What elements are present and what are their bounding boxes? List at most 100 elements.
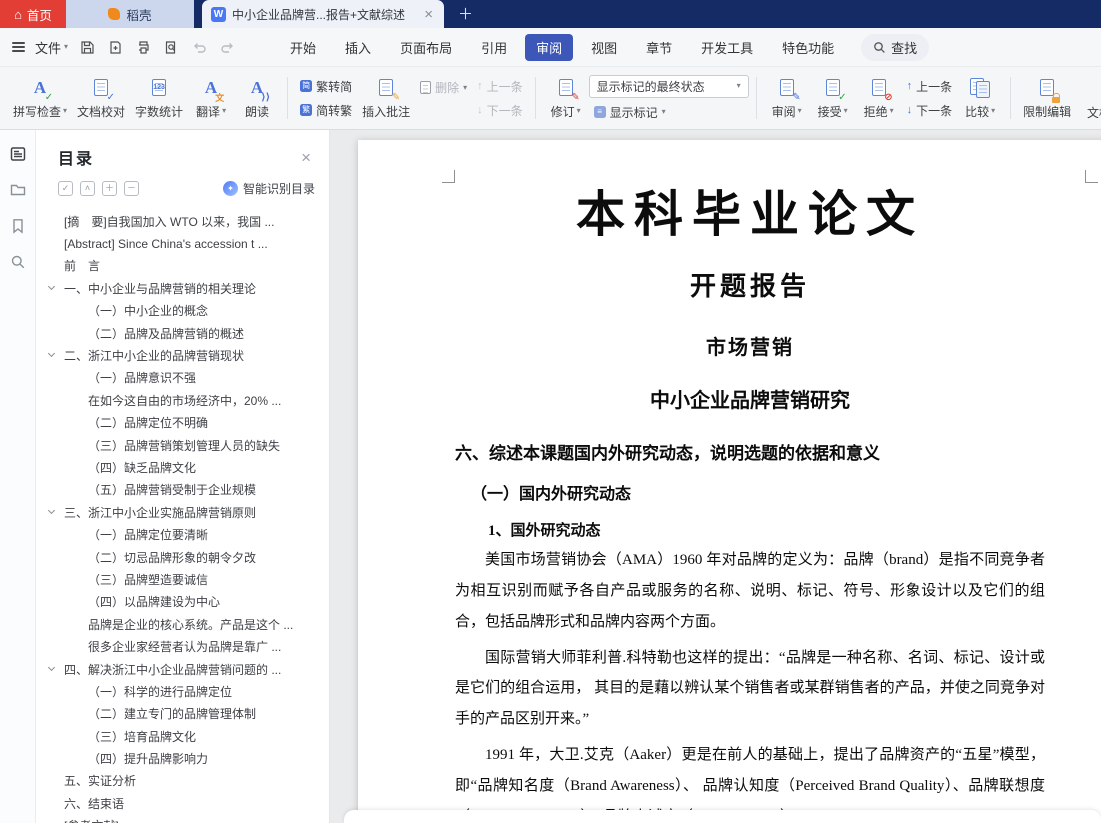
toc-item[interactable]: 前 言 [36,255,329,277]
reject-button[interactable]: ⊘ 拒绝 ▾ [856,70,902,126]
toc-item[interactable]: 品牌是企业的核心系统。产品是这个 ... [36,613,329,635]
toc-item[interactable]: （一）科学的进行品牌定位 [36,680,329,702]
track-changes-button[interactable]: ✎ 修订 ▾ [543,70,589,126]
toc-item[interactable]: 二、浙江中小企业的品牌营销现状 [36,344,329,366]
toc-item[interactable]: （三）培育品牌文化 [36,725,329,747]
collapse-chevron-icon[interactable] [47,283,56,291]
toc-item[interactable]: 三、浙江中小企业实施品牌营销原则 [36,501,329,523]
insert-comment-button[interactable]: ✎ 插入批注 [357,70,415,126]
chapters-icon[interactable] [10,182,26,198]
toc-item[interactable]: [摘 要]自我国加入 WTO 以来，我国 ... [36,210,329,232]
trad-to-simp-button[interactable]: 简 繁转简 [295,77,357,96]
document-page[interactable]: 本科毕业论文 开题报告 市场营销 中小企业品牌营销研究 六、综述本课题国内外研究… [358,140,1101,823]
toc-item[interactable]: （四）提升品牌影响力 [36,747,329,769]
doc-proof-button[interactable]: ✓ 文档校对 [72,70,130,126]
simp-to-trad-button[interactable]: 繁 简转繁 [295,101,357,120]
prev-comment-button[interactable]: ↑ 上一条 [472,77,528,96]
spell-check-button[interactable]: A ✓ 拼写检查 ▾ [8,70,72,126]
file-menu[interactable]: 文件 ▾ [35,38,68,57]
compare-button[interactable]: 比较 ▾ [957,70,1003,126]
toc-item[interactable]: （三）品牌营销策划管理人员的缺失 [36,434,329,456]
toc-item[interactable]: [参考文献] [36,815,329,823]
toc-item[interactable]: 四、解决浙江中小企业品牌营销问题的 ... [36,658,329,680]
next-change-button[interactable]: ↓ 下一条 [902,101,958,120]
next-comment-label: 下一条 [486,103,523,118]
close-tab-icon[interactable]: × [422,7,435,22]
toc-item[interactable]: 六、结束语 [36,792,329,814]
accept-icon: ✓ [825,77,847,102]
home-tab[interactable]: ⌂ 首页 [0,0,66,28]
collapse-chevron-icon[interactable] [47,507,56,515]
toc-item[interactable]: （五）品牌营销受制于企业规模 [36,479,329,501]
menu-tab[interactable]: 章节 [635,34,683,61]
trad-icon: 繁 [300,104,313,116]
new-tab-button[interactable]: ＋ [458,3,473,26]
toc-item[interactable]: 五、实证分析 [36,770,329,792]
home-icon: ⌂ [14,6,22,22]
export-icon[interactable] [108,40,123,55]
markup-state-select[interactable]: 显示标记的最终状态 ▾ [588,74,749,98]
toc-item[interactable]: （二）品牌定位不明确 [36,412,329,434]
menu-tab[interactable]: 引用 [470,34,518,61]
doc-proof-label: 文档校对 [77,104,126,119]
word-count-icon: 123 [152,77,167,99]
expand-level-icon[interactable]: ＋ [102,181,117,196]
compare-label: 比较 [965,104,990,119]
toc-item[interactable]: （二）品牌及品牌营销的概述 [36,322,329,344]
toc-select-icon[interactable]: ✓ [58,181,73,196]
toc-item[interactable]: （三）品牌塑造要诚信 [36,568,329,590]
read-aloud-button[interactable]: A ⟩⟩ 朗读 [234,70,280,126]
menu-tab[interactable]: 特色功能 [771,34,845,61]
search-icon[interactable] [10,254,26,270]
print-icon[interactable] [136,40,151,55]
collapse-chevron-icon[interactable] [47,663,56,671]
find-button[interactable]: 查找 [861,33,930,61]
toc-item[interactable]: （四）缺乏品牌文化 [36,456,329,478]
collapse-level-icon[interactable]: － [124,181,139,196]
doc-permission-button[interactable]: 文档权限 [1082,71,1101,127]
print-preview-icon[interactable] [164,40,179,55]
menu-tab[interactable]: 开始 [279,34,327,61]
smart-toc-button[interactable]: 智能识别目录 [222,180,315,197]
redo-icon[interactable] [220,40,235,55]
menu-tab[interactable]: 插入 [334,34,382,61]
toc-item[interactable]: [Abstract] Since China's accession t ... [36,232,329,254]
menu-tab[interactable]: 视图 [580,34,628,61]
toc-item[interactable]: 一、中小企业与品牌营销的相关理论 [36,277,329,299]
doc-report-type: 开题报告 [689,271,810,301]
restrict-edit-button[interactable]: 限制编辑 [1018,70,1076,126]
toc-item[interactable]: 很多企业家经营者认为品牌是靠广 ... [36,635,329,657]
undo-icon[interactable] [192,40,207,55]
accept-button[interactable]: ✓ 接受 ▾ [810,70,856,126]
toc-item[interactable]: （二）建立专门的品牌管理体制 [36,703,329,725]
menu-tab[interactable]: 审阅 [525,33,574,61]
toc-item[interactable]: （一）中小企业的概念 [36,300,329,322]
document-tab[interactable]: W 中小企业品牌营...报告+文献综述 × [202,0,444,28]
doc-sub-heading: （一）国内外研究动态 [471,485,632,503]
margin-mark-icon [442,170,455,183]
bookmarks-icon[interactable] [10,218,26,234]
prev-change-button[interactable]: ↑ 上一条 [902,77,958,96]
outline-panel-icon[interactable] [10,146,26,162]
hamburger-menu-icon[interactable] [12,40,25,54]
save-icon[interactable] [80,40,95,55]
close-panel-icon[interactable]: × [301,149,311,166]
review-button[interactable]: ✎ 审阅 ▾ [764,70,810,126]
down-arrow-icon: ↓ [906,103,913,116]
menu-tab[interactable]: 页面布局 [389,34,463,61]
toc-item[interactable]: （四）以品牌建设为中心 [36,591,329,613]
toc-item[interactable]: （二）切忌品牌形象的朝令夕改 [36,546,329,568]
docer-tab[interactable]: 稻壳 [66,0,194,28]
show-markup-button[interactable]: ≡ 显示标记 ▾ [589,103,749,122]
delete-comment-button[interactable]: 删除 ▾ [415,78,472,97]
collapse-all-icon[interactable]: ˄ [80,181,95,196]
menu-tab[interactable]: 开发工具 [690,34,764,61]
next-comment-button[interactable]: ↓ 下一条 [472,101,528,120]
collapse-chevron-icon[interactable] [47,350,56,358]
doc-main-title: 本科毕业论文 [575,187,924,242]
word-count-button[interactable]: 123 字数统计 [130,70,188,126]
toc-item[interactable]: （一）品牌意识不强 [36,367,329,389]
toc-item[interactable]: （一）品牌定位要清晰 [36,523,329,545]
translate-button[interactable]: A文 翻译 ▾ [188,70,234,126]
toc-item[interactable]: 在如今这自由的市场经济中，20% ... [36,389,329,411]
